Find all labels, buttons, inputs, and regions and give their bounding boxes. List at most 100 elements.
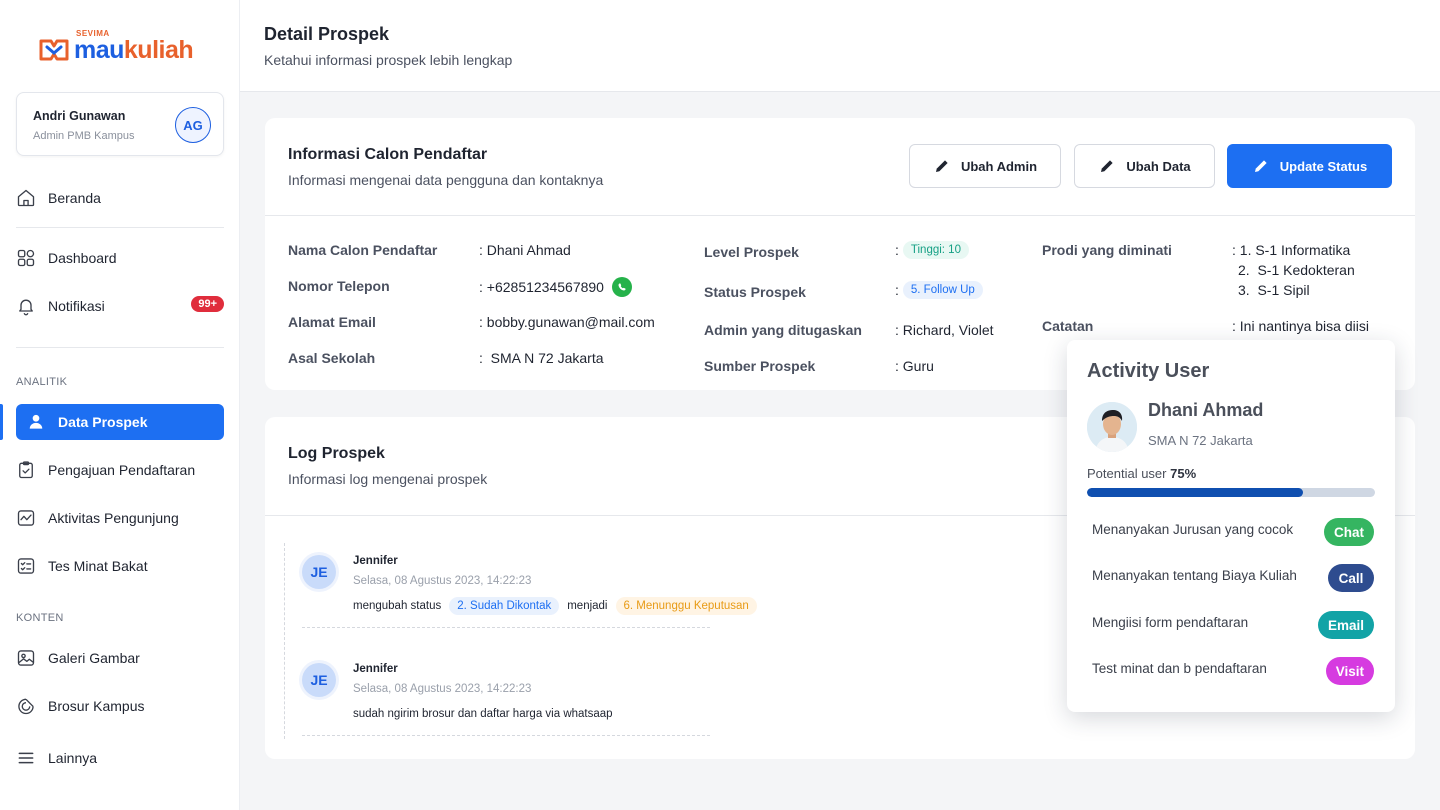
log-timestamp: Selasa, 08 Agustus 2023, 14:22:23 (353, 683, 532, 695)
potential-label: Potential user (1087, 466, 1167, 481)
sidebar-item-notifikasi[interactable]: Notifikasi 99+ (16, 288, 224, 324)
prodi-item-1: : 1. S-1 Informatika (1232, 242, 1351, 258)
card-divider (265, 215, 1415, 216)
ubah-data-button[interactable]: Ubah Data (1074, 144, 1215, 188)
avatar: AG (175, 107, 211, 143)
nama-value: : Dhani Ahmad (479, 242, 571, 258)
whatsapp-icon[interactable] (611, 277, 632, 297)
catatan-value: : Ini nantinya bisa diisi (1232, 318, 1369, 334)
brand-logo[interactable]: SEVIMA maukuliah (38, 30, 194, 64)
activity-user-popup: Activity User Dhani Ahmad SMA N 72 Jakar… (1067, 340, 1395, 712)
pencil-icon (1101, 160, 1113, 172)
status-from-badge: 2. Sudah Dikontak (449, 597, 560, 615)
divider (16, 227, 224, 228)
divider (16, 347, 224, 348)
visit-chip[interactable]: Visit (1325, 657, 1374, 685)
card-subtitle: Informasi log mengenai prospek (288, 471, 488, 487)
status-field: : 5. Follow Up (895, 281, 983, 299)
sidebar-item-galeri-gambar[interactable]: Galeri Gambar (16, 640, 224, 676)
log-message: sudah ngirim brosur dan daftar harga via… (353, 708, 613, 720)
sidebar-item-brosur-kampus[interactable]: Brosur Kampus (16, 688, 224, 724)
sidebar-item-label: Notifikasi (48, 298, 105, 314)
button-label: Ubah Data (1126, 158, 1191, 174)
sidebar-item-label: Brosur Kampus (48, 698, 145, 714)
nama-label: Nama Calon Pendaftar (288, 242, 438, 258)
card-title: Informasi Calon Pendaftar (288, 146, 488, 163)
avatar: JE (302, 555, 336, 589)
activity-row: Menanyakan tentang Biaya Kuliah Call (1092, 562, 1374, 592)
activity-chart-icon (17, 510, 35, 526)
sekolah-label: Asal Sekolah (288, 350, 376, 366)
user-profile-card[interactable]: Andri Gunawan Admin PMB Kampus AG (16, 92, 224, 156)
page-subtitle: Ketahui informasi prospek lebih lengkap (264, 52, 513, 68)
image-gallery-icon (17, 650, 35, 666)
clipboard-check-icon (19, 461, 33, 479)
sidebar-item-beranda[interactable]: Beranda (16, 180, 224, 216)
sidebar-item-label: Pengajuan Pendaftaran (48, 462, 196, 478)
catatan-label: Catatan (1042, 318, 1094, 334)
ubah-admin-button[interactable]: Ubah Admin (909, 144, 1061, 188)
level-label: Level Prospek (704, 244, 799, 260)
pencil-icon (935, 160, 948, 172)
activity-row: Mengiisi form pendaftaran Email (1092, 609, 1374, 639)
log-message: mengubah status 2. Sudah Dikontak menjad… (353, 597, 757, 615)
sidebar-item-aktivitas-pengunjung[interactable]: Aktivitas Pengunjung (16, 500, 224, 536)
activity-user-name: Dhani Ahmad (1148, 400, 1264, 420)
log-message-prefix: mengubah status (353, 600, 442, 612)
sumber-value: : Guru (895, 358, 934, 374)
colon: : (895, 282, 899, 298)
sidebar-item-dashboard[interactable]: Dashboard (16, 240, 224, 276)
status-badge: 5. Follow Up (902, 281, 983, 299)
bell-icon (19, 299, 33, 316)
activity-text: Mengiisi form pendaftaran (1092, 615, 1249, 630)
logo-mark-icon (39, 39, 69, 61)
home-icon (17, 189, 35, 207)
pencil-icon (1254, 160, 1267, 172)
status-to-badge: 6. Menunggu Keputusan (615, 597, 757, 615)
admin-value: : Richard, Violet (895, 322, 994, 338)
log-author: Jennifer (353, 663, 398, 675)
sumber-label: Sumber Prospek (704, 358, 816, 374)
sidebar-item-label: Data Prospek (58, 414, 148, 430)
email-value: : bobby.gunawan@mail.com (479, 314, 655, 330)
sidebar-item-label: Lainnya (48, 750, 98, 766)
activity-user-school: SMA N 72 Jakarta (1148, 433, 1253, 448)
level-field: : Tinggi: 10 (895, 241, 969, 259)
log-separator (302, 627, 710, 628)
sidebar-item-pengajuan-pendaftaran[interactable]: Pengajuan Pendaftaran (16, 452, 224, 488)
email-chip[interactable]: Email (1317, 611, 1374, 639)
card-subtitle: Informasi mengenai data pengguna dan kon… (288, 172, 604, 188)
popup-title: Activity User (1087, 360, 1210, 382)
telepon-field: : +62851234567890 (479, 277, 632, 297)
sidebar-item-label: Galeri Gambar (48, 650, 140, 666)
sidebar-item-lainnya[interactable]: Lainnya (16, 740, 224, 776)
sekolah-value: : SMA N 72 Jakarta (479, 350, 604, 366)
active-indicator (0, 404, 3, 440)
menu-icon (18, 752, 34, 764)
dashboard-grid-icon (17, 249, 35, 267)
user-role: Admin PMB Kampus (33, 130, 135, 142)
chat-chip[interactable]: Chat (1324, 518, 1374, 546)
prodi-item-2: 2. S-1 Kedokteran (1238, 262, 1355, 278)
section-label-analitik: ANALITIK (16, 376, 68, 388)
sidebar: SEVIMA maukuliah Andri Gunawan Admin PMB… (0, 0, 240, 810)
sidebar-item-data-prospek[interactable]: Data Prospek (16, 404, 224, 440)
logo-mau-text: mau (74, 36, 124, 64)
log-timestamp: Selasa, 08 Agustus 2023, 14:22:23 (353, 575, 532, 587)
update-status-button[interactable]: Update Status (1227, 144, 1392, 188)
status-label: Status Prospek (704, 284, 806, 300)
sidebar-item-label: Aktivitas Pengunjung (48, 510, 179, 526)
sidebar-item-tes-minat-bakat[interactable]: Tes Minat Bakat (16, 548, 224, 584)
progress-fill (1087, 488, 1303, 497)
user-icon (29, 414, 43, 429)
sidebar-item-label: Tes Minat Bakat (48, 558, 148, 574)
page-header: Detail Prospek Ketahui informasi prospek… (240, 0, 1440, 92)
activity-text: Menanyakan Jurusan yang cocok (1092, 522, 1294, 537)
activity-text: Menanyakan tentang Biaya Kuliah (1092, 568, 1297, 583)
brochure-icon (18, 698, 34, 715)
page-title: Detail Prospek (264, 24, 390, 44)
log-message-mid: menjadi (567, 600, 608, 612)
user-photo-illustration (1087, 402, 1137, 452)
prodi-label: Prodi yang diminati (1042, 242, 1172, 258)
call-chip[interactable]: Call (1328, 564, 1374, 592)
